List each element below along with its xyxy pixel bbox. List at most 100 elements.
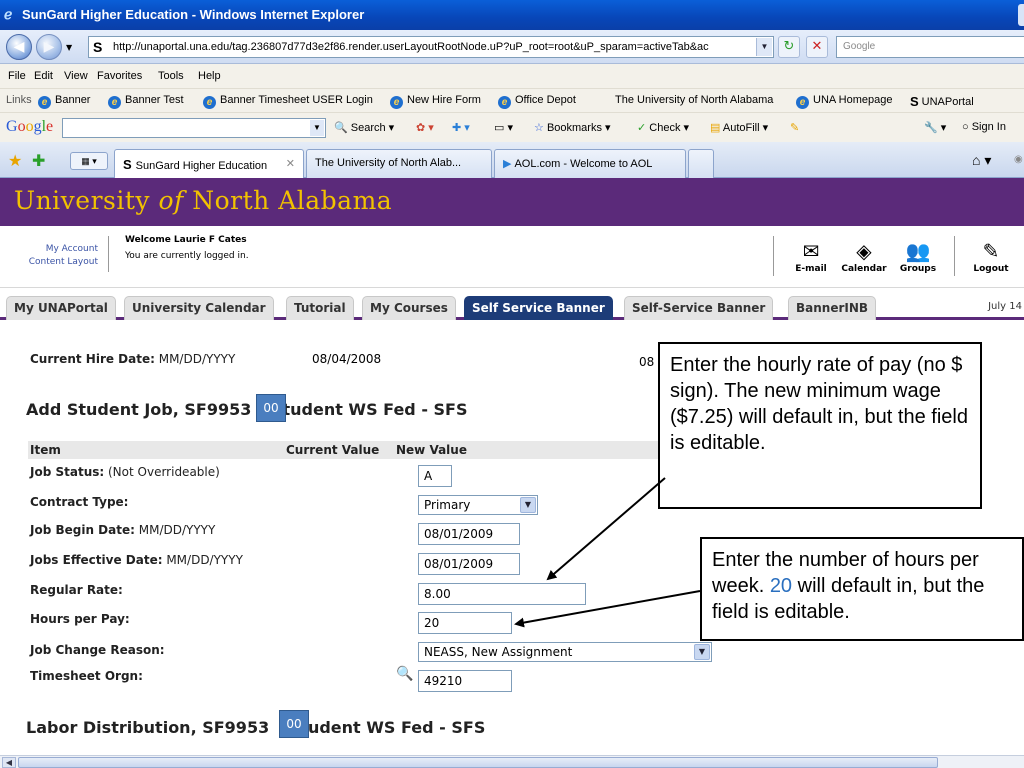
signin-button[interactable]: ○ Sign In xyxy=(962,121,1006,133)
close-tab-icon[interactable]: ✕ xyxy=(286,157,295,170)
link-new-hire-form[interactable]: e New Hire Form xyxy=(390,94,481,109)
aol-icon: ▶ xyxy=(503,158,512,170)
menu-view[interactable]: View xyxy=(64,70,88,82)
link-una[interactable]: The University of North Alabama xyxy=(615,94,773,106)
check-icon: ✓ xyxy=(637,122,647,134)
logged-in-text: You are currently logged in. xyxy=(125,251,249,261)
star-icon: ☆ xyxy=(534,122,544,134)
groups-button[interactable]: 👥 Groups xyxy=(894,238,942,274)
history-dropdown-icon[interactable]: ▼ xyxy=(66,43,72,52)
scroll-left-icon[interactable]: ◀ xyxy=(2,757,16,768)
address-dropdown-icon[interactable]: ▼ xyxy=(756,38,772,56)
tab-bannerinb[interactable]: BannerINB xyxy=(788,296,877,320)
link-unaportal[interactable]: S UNAPortal xyxy=(910,94,974,109)
user-area: My Account Content Layout Welcome Laurie… xyxy=(0,226,1024,288)
ie-page-icon: e xyxy=(203,96,216,109)
ie-page-icon: e xyxy=(498,96,511,109)
menu-help[interactable]: Help xyxy=(198,70,221,82)
calendar-button[interactable]: ◈ Calendar xyxy=(836,238,892,274)
ie-page-icon: e xyxy=(390,96,403,109)
sungard-s-icon: S xyxy=(910,94,919,109)
horizontal-scrollbar[interactable]: ◀ xyxy=(0,755,1024,768)
window-control-button[interactable] xyxy=(1018,4,1024,26)
new-tab-button[interactable] xyxy=(688,149,714,178)
page-icon[interactable]: ▭ ▾ xyxy=(494,121,513,134)
ie-icon: ℯ xyxy=(4,6,13,22)
link-office-depot[interactable]: e Office Depot xyxy=(498,94,576,109)
divider xyxy=(108,236,109,272)
refresh-button[interactable]: ↻ xyxy=(778,36,800,58)
sungard-s-icon: S xyxy=(123,157,132,172)
address-bar[interactable]: S http://unaportal.una.edu/tag.236807d77… xyxy=(88,36,774,58)
link-banner-timesheet[interactable]: e Banner Timesheet USER Login xyxy=(203,94,373,109)
arrow-to-regular-rate xyxy=(546,477,666,581)
envelope-icon: ✉ xyxy=(802,239,820,263)
welcome-text: Welcome Laurie F Cates xyxy=(125,235,247,245)
search-icon: 🔍 xyxy=(334,122,348,134)
arrow-to-hours-per-pay xyxy=(514,590,701,628)
tab-my-courses[interactable]: My Courses xyxy=(362,296,456,320)
portal-header: University of North Alabama xyxy=(0,178,1024,226)
calendar-icon: ◈ xyxy=(856,239,872,263)
callout-arrows xyxy=(514,477,701,628)
account-links: My Account Content Layout xyxy=(29,243,98,269)
address-toolbar: ◀ ▶ ▼ S http://unaportal.una.edu/tag.236… xyxy=(0,30,1024,64)
menu-file[interactable]: File xyxy=(8,70,26,82)
content-layout-link[interactable]: Content Layout xyxy=(29,256,98,269)
google-search-input[interactable]: ▼ xyxy=(62,118,326,138)
spellcheck-button[interactable]: ✓ Check ▾ xyxy=(637,121,689,134)
link-una-homepage[interactable]: e UNA Homepage xyxy=(796,94,893,109)
google-dropdown-icon[interactable]: ▼ xyxy=(310,120,324,136)
tab-my-unaportal[interactable]: My UNAPortal xyxy=(6,296,116,320)
tab-university-calendar[interactable]: University Calendar xyxy=(124,296,274,320)
portal-title: University of North Alabama xyxy=(14,186,393,215)
link-banner[interactable]: e Banner xyxy=(38,94,90,109)
autofill-button[interactable]: ▤ AutoFill ▾ xyxy=(710,121,768,134)
scroll-thumb[interactable] xyxy=(18,757,938,768)
link-banner-test[interactable]: e Banner Test xyxy=(108,94,184,109)
share-icon[interactable]: ✚ ▾ xyxy=(452,121,470,134)
add-favorite-icon[interactable]: ✚ xyxy=(32,151,45,171)
menu-edit[interactable]: Edit xyxy=(34,70,53,82)
settings-wrench-icon[interactable]: 🔧 ▾ xyxy=(924,121,946,134)
feeds-icon[interactable]: ◉ xyxy=(1014,154,1023,165)
sungard-s-icon: S xyxy=(93,39,103,55)
forward-button[interactable]: ▶ xyxy=(36,34,62,60)
links-bar: Links e Banner e Banner Test e Banner Times… xyxy=(0,88,1024,112)
tab-tutorial[interactable]: Tutorial xyxy=(286,296,354,320)
quick-tabs-icon[interactable]: ▦ ▾ xyxy=(70,152,108,170)
autofill-icon: ▤ xyxy=(710,122,721,134)
browser-tab-una[interactable]: The University of North Alab... xyxy=(306,149,492,178)
email-button[interactable]: ✉ E-mail xyxy=(790,238,832,274)
google-search-button[interactable]: 🔍 Search ▾ xyxy=(334,121,394,134)
ie-page-icon: e xyxy=(108,96,121,109)
browser-tab-sungard[interactable]: S SunGard Higher Education ✕ xyxy=(114,149,304,179)
my-account-link[interactable]: My Account xyxy=(29,243,98,256)
tab-self-service-banner[interactable]: Self Service Banner xyxy=(464,296,613,320)
ie-page-icon: e xyxy=(796,96,809,109)
menu-favorites[interactable]: Favorites xyxy=(97,70,142,82)
main-content: Current Hire Date: MM/DD/YYYY 08/04/2008… xyxy=(0,323,1024,755)
live-search-input[interactable]: Google xyxy=(836,36,1024,58)
groups-icon: 👥 xyxy=(905,239,931,263)
circle-icon: ○ xyxy=(962,121,969,133)
google-toolbar: Google ▼ 🔍 Search ▾ ✿ ▾ ✚ ▾ ▭ ▾ ☆ Bookma… xyxy=(0,112,1024,142)
highlighter-icon[interactable]: ✎ xyxy=(790,121,799,134)
bookmarks-button[interactable]: ☆ Bookmarks ▾ xyxy=(534,121,611,134)
logout-button[interactable]: ✎ Logout xyxy=(966,238,1016,274)
tab-self-service-banner-2[interactable]: Self-Service Banner xyxy=(624,296,774,320)
links-label: Links xyxy=(6,94,32,106)
home-icon[interactable]: ⌂ ▾ xyxy=(972,152,991,169)
stop-button[interactable]: ✕ xyxy=(806,36,828,58)
logout-icon: ✎ xyxy=(982,239,1000,263)
browser-tab-bar: ★ ✚ ▦ ▾ S SunGard Higher Education ✕ The … xyxy=(0,142,1024,179)
menu-bar: File Edit View Favorites Tools Help xyxy=(0,64,1024,88)
address-url: http://unaportal.una.edu/tag.236807d77d3… xyxy=(113,41,709,53)
popup-icon[interactable]: ✿ ▾ xyxy=(416,121,434,134)
divider xyxy=(773,236,774,276)
favorites-star-icon[interactable]: ★ xyxy=(8,151,22,171)
menu-tools[interactable]: Tools xyxy=(158,70,184,82)
ie-page-icon: e xyxy=(38,96,51,109)
browser-tab-aol[interactable]: ▶ AOL.com - Welcome to AOL xyxy=(494,149,686,178)
back-button[interactable]: ◀ xyxy=(6,34,32,60)
